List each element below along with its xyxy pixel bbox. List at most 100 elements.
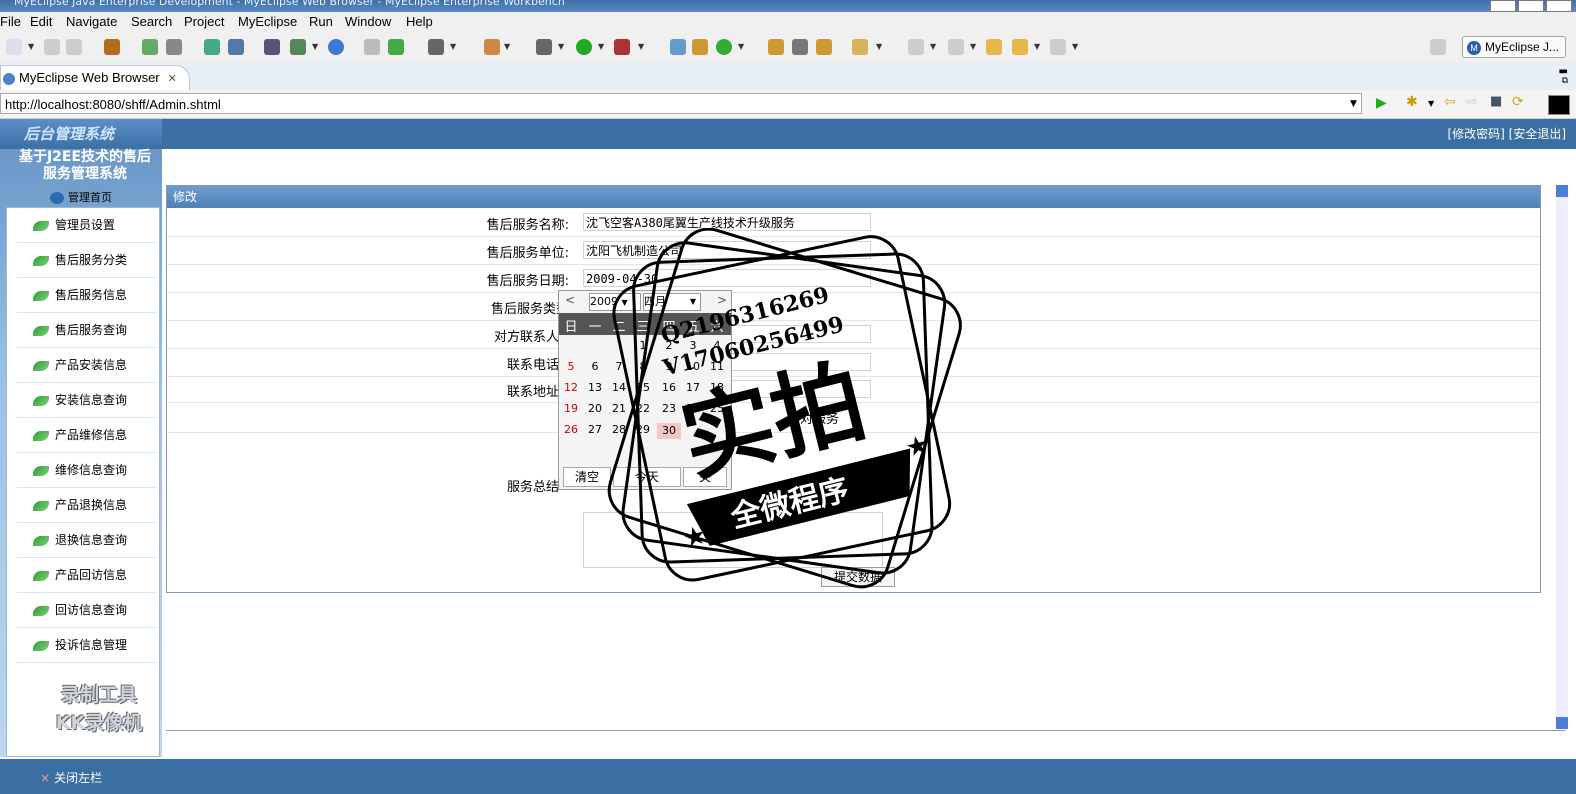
nav-item[interactable]: 投诉信息管理 <box>17 628 157 663</box>
back-nav-icon[interactable]: ⇦ <box>1444 94 1456 110</box>
globe-icon[interactable] <box>328 39 344 55</box>
menu-file[interactable]: File <box>0 14 21 29</box>
team-icon[interactable] <box>670 39 686 55</box>
folder-icon[interactable] <box>816 39 832 55</box>
nav-menu: 管理员设置 售后服务分类 售后服务信息 售后服务查询 产品安装信息 安装信息查询… <box>6 207 160 757</box>
nav-item[interactable]: 安装信息查询 <box>17 383 157 418</box>
leaf-icon <box>33 535 49 546</box>
last-edit-icon[interactable] <box>986 39 1002 55</box>
task-icon[interactable] <box>484 39 500 55</box>
prev-month-button[interactable]: < <box>565 293 575 307</box>
tab-web-browser[interactable]: MyEclipse Web Browser ✕ <box>0 65 190 91</box>
nav-item[interactable]: 售后服务分类 <box>17 243 157 278</box>
menu-help[interactable]: Help <box>406 14 433 29</box>
open-perspective-icon[interactable] <box>1430 39 1446 55</box>
menu-search[interactable]: Search <box>131 14 172 29</box>
header-links[interactable]: [修改密码] [安全退出] <box>1447 125 1566 142</box>
refresh-icon[interactable] <box>716 39 732 55</box>
menu-bar: File Edit Navigate Search Project MyEcli… <box>0 12 1576 32</box>
close-sidebar-label: 关闭左栏 <box>54 771 103 785</box>
home-link[interactable]: 管理首页 <box>50 189 112 205</box>
nav-item[interactable]: 产品维修信息 <box>17 418 157 453</box>
label-service-unit: 售后服务单位: <box>486 246 569 261</box>
camera-icon[interactable] <box>428 39 444 55</box>
gear-icon[interactable] <box>142 39 158 55</box>
leaf-icon <box>33 500 49 511</box>
menu-edit[interactable]: Edit <box>30 14 52 29</box>
close-window-button[interactable] <box>1546 0 1572 12</box>
leaf-icon <box>33 395 49 406</box>
save-icon[interactable] <box>44 39 60 55</box>
nav-label: 回访信息查询 <box>55 603 128 617</box>
nav-item[interactable]: 维修信息查询 <box>17 453 157 488</box>
pin-icon[interactable] <box>792 39 808 55</box>
run-icon[interactable] <box>576 39 592 55</box>
menu-myeclipse[interactable]: MyEclipse <box>238 14 297 29</box>
nav-item[interactable]: 产品退换信息 <box>17 488 157 523</box>
next-annotation-icon[interactable] <box>908 39 924 55</box>
toolbar: ▼ ▼ ▼ ▼ ▼ ▼ ▼ ▼ ▼ ▼ ▼ ▼ ▼ M MyEclipse J..… <box>0 32 1576 63</box>
menu-navigate[interactable]: Navigate <box>66 14 117 29</box>
nav-item[interactable]: 售后服务查询 <box>17 313 157 348</box>
nav-item[interactable]: 产品回访信息 <box>17 558 157 593</box>
back-icon[interactable] <box>1012 39 1028 55</box>
forward-icon[interactable] <box>1050 39 1066 55</box>
minimize-button[interactable] <box>1490 0 1516 12</box>
system-title-line1: 基于J2EE技术的售后 <box>18 149 152 165</box>
go-icon[interactable]: ▶ <box>1376 95 1387 111</box>
favorites-icon[interactable]: ✱ <box>1406 94 1418 110</box>
leaf-icon <box>33 465 49 476</box>
stamp-watermark: Q2196316269 V17060256499 实拍 全微程序 ★ ★ <box>607 228 962 589</box>
restore-view-icon[interactable]: ⧉ <box>1562 76 1568 86</box>
label-service-name: 售后服务名称: <box>486 218 569 233</box>
print-icon[interactable] <box>66 39 82 55</box>
window-title: MyEclipse Java Enterprise Development - … <box>14 0 565 8</box>
leaf-icon <box>33 570 49 581</box>
calendar-day[interactable]: 5 <box>559 360 583 373</box>
nav-item[interactable]: 回访信息查询 <box>17 593 157 628</box>
console-icon[interactable] <box>1548 95 1570 115</box>
close-sidebar-link[interactable]: × 关闭左栏 <box>40 769 102 786</box>
calendar-day[interactable]: 12 <box>559 381 583 394</box>
new-icon[interactable] <box>6 39 22 55</box>
wizard2-icon[interactable] <box>228 39 244 55</box>
prev-annotation-icon[interactable] <box>948 39 964 55</box>
deploy-icon[interactable] <box>264 39 280 55</box>
url-input[interactable]: http://localhost:8080/shff/Admin.shtml <box>0 93 1362 114</box>
calendar-day[interactable]: 19 <box>559 402 583 415</box>
nav-item[interactable]: 产品安装信息 <box>17 348 157 383</box>
run-server-icon[interactable] <box>290 39 306 55</box>
open-folder-icon[interactable] <box>852 39 868 55</box>
add-icon[interactable] <box>388 39 404 55</box>
window-controls <box>1488 0 1572 12</box>
globe-icon <box>3 72 15 85</box>
build-icon[interactable] <box>692 39 708 55</box>
nav-item[interactable]: 退换信息查询 <box>17 523 157 558</box>
maximize-button[interactable] <box>1518 0 1544 12</box>
menu-run[interactable]: Run <box>309 14 333 29</box>
leaf-icon <box>33 255 49 266</box>
wizard-icon[interactable] <box>204 39 220 55</box>
nav-item[interactable]: 管理员设置 <box>17 208 157 243</box>
debug-icon[interactable] <box>536 39 552 55</box>
label-summary: 服务总结 <box>506 480 559 495</box>
url-dropdown-icon[interactable]: ▼ <box>1350 99 1357 109</box>
refresh-page-icon[interactable]: ⟳ <box>1512 94 1524 110</box>
package-icon[interactable] <box>104 39 120 55</box>
perspective-switcher[interactable]: M MyEclipse J... <box>1462 36 1566 58</box>
menu-window[interactable]: Window <box>345 14 391 29</box>
menu-project[interactable]: Project <box>184 14 224 29</box>
nav-item[interactable]: 售后服务信息 <box>17 278 157 313</box>
page-scrollbar[interactable] <box>1556 185 1568 729</box>
external-tools-icon[interactable] <box>614 39 630 55</box>
server-icon[interactable] <box>166 39 182 55</box>
divider <box>166 730 1566 731</box>
search-icon[interactable] <box>768 39 784 55</box>
stop-icon[interactable]: ■ <box>1490 94 1502 109</box>
calendar-day[interactable]: 26 <box>559 423 583 436</box>
close-tab-icon[interactable]: ✕ <box>168 73 177 85</box>
forward-nav-icon[interactable]: ⇨ <box>1466 94 1478 110</box>
open-icon[interactable] <box>364 39 380 55</box>
system-title: 基于J2EE技术的售后 服务管理系统 <box>10 149 160 183</box>
site-footer: × 关闭左栏 <box>0 759 1576 794</box>
